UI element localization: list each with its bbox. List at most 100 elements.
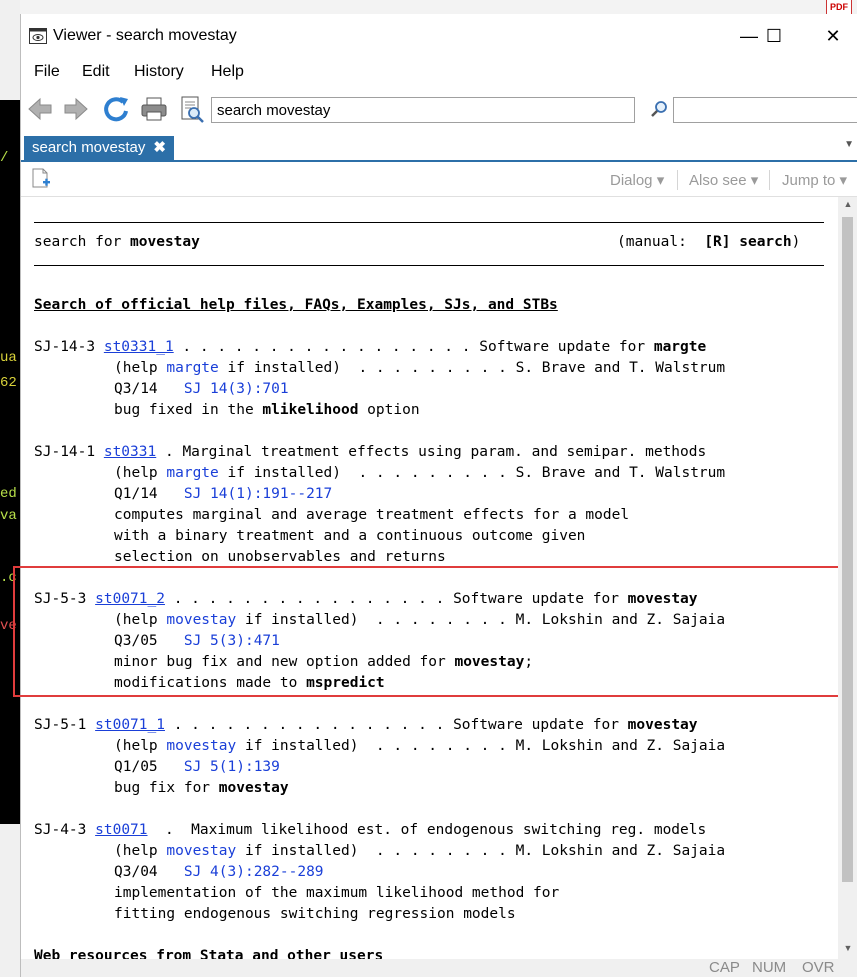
help-prefix: (help [114, 738, 167, 754]
new-viewer-icon[interactable] [31, 168, 51, 190]
console-fragment: ua [0, 350, 17, 366]
tab-list-chevron-icon[interactable]: ▼ [844, 139, 854, 150]
note-suffix: option [358, 402, 420, 418]
help-prefix: (help [114, 465, 167, 481]
minimize-button[interactable]: — [737, 24, 761, 48]
top-rule [34, 222, 824, 223]
also-see-dropdown[interactable]: Also see ▾ [689, 171, 758, 189]
back-arrow-icon[interactable] [25, 94, 55, 124]
vertical-scrollbar[interactable]: ▲ ▼ [838, 197, 857, 959]
entry-issue: Q3/14 [114, 381, 158, 397]
entry-desc: Software update for [479, 339, 654, 355]
entry-desc-bold: movestay [627, 717, 698, 733]
chevron-down-icon: ▾ [652, 172, 665, 189]
entry-note: with a binary treatment and a continuous… [114, 528, 585, 544]
entry-authors: S. Brave and T. Walstrum [515, 360, 726, 376]
menu-edit[interactable]: Edit [82, 63, 110, 81]
close-button[interactable]: ✕ [821, 24, 845, 48]
entry-sj-link[interactable]: SJ 4(3):282--289 [184, 864, 324, 880]
entry-link[interactable]: st0331 [104, 444, 156, 460]
viewer-subtoolbar: Dialog ▾ Also see ▾ Jump to ▾ [21, 162, 857, 197]
entry-link[interactable]: st0331_1 [104, 339, 174, 355]
entry-sj-link[interactable]: SJ 5(1):139 [184, 759, 280, 775]
entry-title-line: SJ-14-1 st0331 . Marginal treatment effe… [34, 444, 706, 460]
separator [769, 170, 770, 190]
entry-link[interactable]: st0071_1 [95, 717, 165, 733]
overwrite-indicator: OVR [802, 959, 835, 976]
note-bold: movestay [218, 780, 289, 796]
maximize-button[interactable]: ☐ [762, 24, 786, 48]
scroll-thumb[interactable] [842, 217, 853, 882]
help-prefix: (help [114, 843, 167, 859]
entry-title-line: SJ-14-3 st0331_1 . . . . . . . . . . . .… [34, 339, 706, 355]
search-document-icon[interactable] [177, 94, 207, 124]
find-input[interactable] [673, 97, 857, 123]
entry-note: selection on unobservables and returns [114, 549, 446, 565]
tab-search-movestay[interactable]: search movestay ✖ [24, 136, 174, 160]
console-fragment: 62 [0, 375, 17, 391]
manual-reference-link[interactable]: [R] search [704, 234, 791, 250]
entry-dots: . . . . . . . . . . . . . . . . . [173, 339, 480, 355]
menu-bar: File Edit History Help [21, 59, 857, 87]
entry-help-line: (help movestay if installed) . . . . . .… [114, 843, 725, 859]
entry-desc-bold: margte [653, 339, 707, 355]
console-fragment: ed [0, 486, 17, 502]
dialog-dropdown[interactable]: Dialog ▾ [610, 171, 664, 189]
jump-to-dropdown[interactable]: Jump to ▾ [782, 171, 847, 189]
help-suffix: if installed) . . . . . . . . . [218, 360, 516, 376]
chevron-down-icon: ▾ [835, 172, 848, 189]
manual-suffix: ) [791, 234, 801, 250]
search-header-right: (manual: [R] search) [617, 234, 800, 250]
note-text: implementation of the maximum likelihood… [114, 885, 560, 901]
help-suffix: if installed) . . . . . . . . [236, 843, 516, 859]
entry-note: bug fix for movestay [114, 780, 289, 796]
refresh-icon[interactable] [101, 94, 131, 124]
entry-authors: M. Lokshin and Z. Sajaia [515, 843, 726, 859]
highlight-box [13, 566, 849, 697]
note-text: selection on unobservables and returns [114, 549, 446, 565]
scroll-down-arrow-icon[interactable]: ▼ [838, 943, 857, 957]
section-title: Search of official help files, FAQs, Exa… [34, 297, 558, 313]
entry-link[interactable]: st0071 [95, 822, 147, 838]
print-icon[interactable] [139, 94, 169, 124]
search-command-input[interactable]: search movestay [211, 97, 635, 123]
entry-issue: Q3/04 [114, 864, 158, 880]
entry-issue: Q1/05 [114, 759, 158, 775]
find-icon[interactable] [649, 100, 669, 120]
title-bar: Viewer - search movestay — ☐ ✕ [21, 14, 857, 59]
help-command-link[interactable]: movestay [166, 843, 236, 859]
entry-note: bug fixed in the mlikelihood option [114, 402, 420, 418]
entry-note: fitting endogenous switching regression … [114, 906, 516, 922]
entry-sj-link[interactable]: SJ 14(1):191--217 [184, 486, 332, 502]
tab-strip: search movestay ✖ ▼ [21, 136, 857, 162]
header-rule [34, 265, 824, 266]
scroll-up-arrow-icon[interactable]: ▲ [838, 199, 857, 213]
forward-arrow-icon[interactable] [61, 94, 91, 124]
note-text: fitting endogenous switching regression … [114, 906, 516, 922]
tab-label: search movestay [32, 139, 146, 156]
menu-history[interactable]: History [134, 63, 184, 81]
entry-sj-link[interactable]: SJ 14(3):701 [184, 381, 289, 397]
entry-note: implementation of the maximum likelihood… [114, 885, 559, 901]
also-see-label: Also see [689, 172, 747, 189]
entry-note: computes marginal and average treatment … [114, 507, 629, 523]
caps-lock-indicator: CAP [709, 959, 740, 976]
menu-file[interactable]: File [34, 63, 60, 81]
entry-help-line: (help margte if installed) . . . . . . .… [114, 360, 725, 376]
menu-help[interactable]: Help [211, 63, 244, 81]
help-prefix: (help [114, 360, 167, 376]
entry-help-line: (help margte if installed) . . . . . . .… [114, 465, 725, 481]
help-command-link[interactable]: margte [166, 465, 218, 481]
dialog-label: Dialog [610, 172, 653, 189]
tab-close-icon[interactable]: ✖ [153, 139, 166, 156]
manual-prefix: (manual: [617, 234, 705, 250]
entry-id: SJ-5-1 [34, 717, 87, 733]
console-fragment: va [0, 508, 17, 524]
entry-dots: . [156, 444, 183, 460]
help-command-link[interactable]: movestay [166, 738, 236, 754]
next-section-title: Web resources from Stata and other users [34, 948, 384, 959]
entry-dots: . . . . . . . . . . . . . . . . [164, 717, 454, 733]
help-command-link[interactable]: margte [166, 360, 218, 376]
entry-title-line: SJ-5-1 st0071_1 . . . . . . . . . . . . … [34, 717, 698, 733]
entry-id: SJ-4-3 [34, 822, 87, 838]
